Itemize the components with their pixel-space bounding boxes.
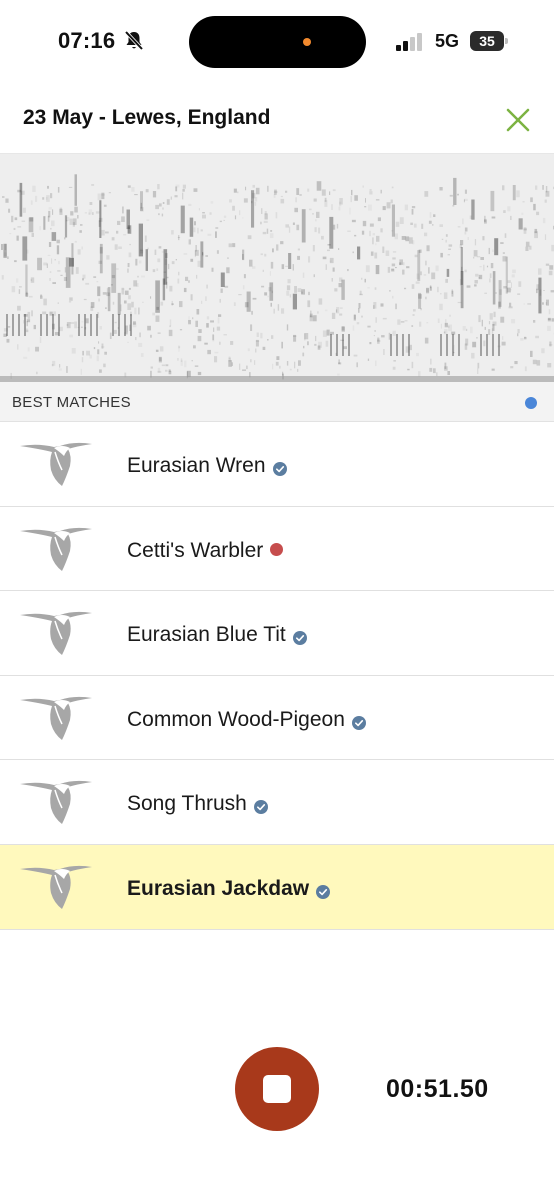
- section-label: BEST MATCHES: [12, 394, 131, 411]
- match-row[interactable]: Common Wood-Pigeon: [0, 676, 554, 761]
- bird-placeholder-icon: [18, 609, 96, 657]
- verified-check-icon: [316, 881, 331, 899]
- stop-button[interactable]: [235, 1047, 319, 1131]
- verified-check-icon: [292, 627, 307, 646]
- match-row[interactable]: Song Thrush: [0, 760, 554, 845]
- species-name: Cetti's Warbler: [127, 538, 264, 562]
- bird-placeholder-icon: [18, 694, 96, 742]
- species-name: Eurasian Blue Tit: [127, 623, 286, 647]
- close-icon[interactable]: [500, 102, 536, 138]
- signal-icon: [396, 33, 422, 51]
- status-time: 07:16: [58, 28, 116, 53]
- species-name-wrap: Eurasian Wren: [127, 454, 287, 478]
- species-name: Common Wood-Pigeon: [127, 707, 345, 731]
- verified-check-icon: [351, 712, 366, 730]
- verified-check-icon: [272, 458, 287, 476]
- battery-icon: 35: [470, 31, 508, 51]
- spectrogram-image: [0, 154, 554, 382]
- species-name: Eurasian Wren: [127, 454, 266, 477]
- bell-muted-icon: [124, 30, 144, 51]
- match-row[interactable]: Eurasian Wren: [0, 422, 554, 507]
- species-name-wrap: Cetti's Warbler: [127, 538, 284, 563]
- match-row[interactable]: Eurasian Blue Tit: [0, 591, 554, 676]
- spectrogram: [0, 154, 554, 382]
- network-label: 5G: [435, 31, 460, 51]
- dynamic-island: [189, 16, 366, 68]
- match-row[interactable]: Eurasian Jackdaw: [0, 844, 554, 930]
- status-bar: 07:16 5G 35: [0, 0, 554, 86]
- verified-check-icon: [253, 796, 268, 815]
- match-row[interactable]: Cetti's Warbler: [0, 507, 554, 592]
- unverified-dot-icon: [270, 543, 284, 557]
- bird-placeholder-icon: [18, 525, 96, 573]
- status-dot: [525, 397, 537, 409]
- header: 23 May - Lewes, England: [0, 86, 554, 154]
- species-name-wrap: Eurasian Blue Tit: [127, 623, 307, 647]
- bird-placeholder-icon: [18, 778, 96, 826]
- battery-level: 35: [470, 31, 504, 51]
- match-list: Eurasian Wren Cetti's Warbler Eurasian Blu…: [0, 422, 554, 930]
- species-name-wrap: Eurasian Jackdaw: [127, 876, 331, 901]
- species-name: Eurasian Jackdaw: [127, 876, 310, 900]
- recording-indicator-dot: [303, 38, 311, 46]
- species-name-wrap: Common Wood-Pigeon: [127, 708, 366, 732]
- species-name: Song Thrush: [127, 792, 247, 816]
- bird-placeholder-icon: [18, 440, 96, 488]
- page-title: 23 May - Lewes, England: [23, 106, 271, 129]
- species-name-wrap: Song Thrush: [127, 792, 268, 816]
- best-matches-header: BEST MATCHES: [0, 382, 554, 422]
- bird-placeholder-icon: [18, 863, 96, 911]
- battery-cap: [505, 38, 508, 44]
- recording-timer: 00:51.50: [386, 1075, 489, 1103]
- stop-icon: [263, 1075, 291, 1103]
